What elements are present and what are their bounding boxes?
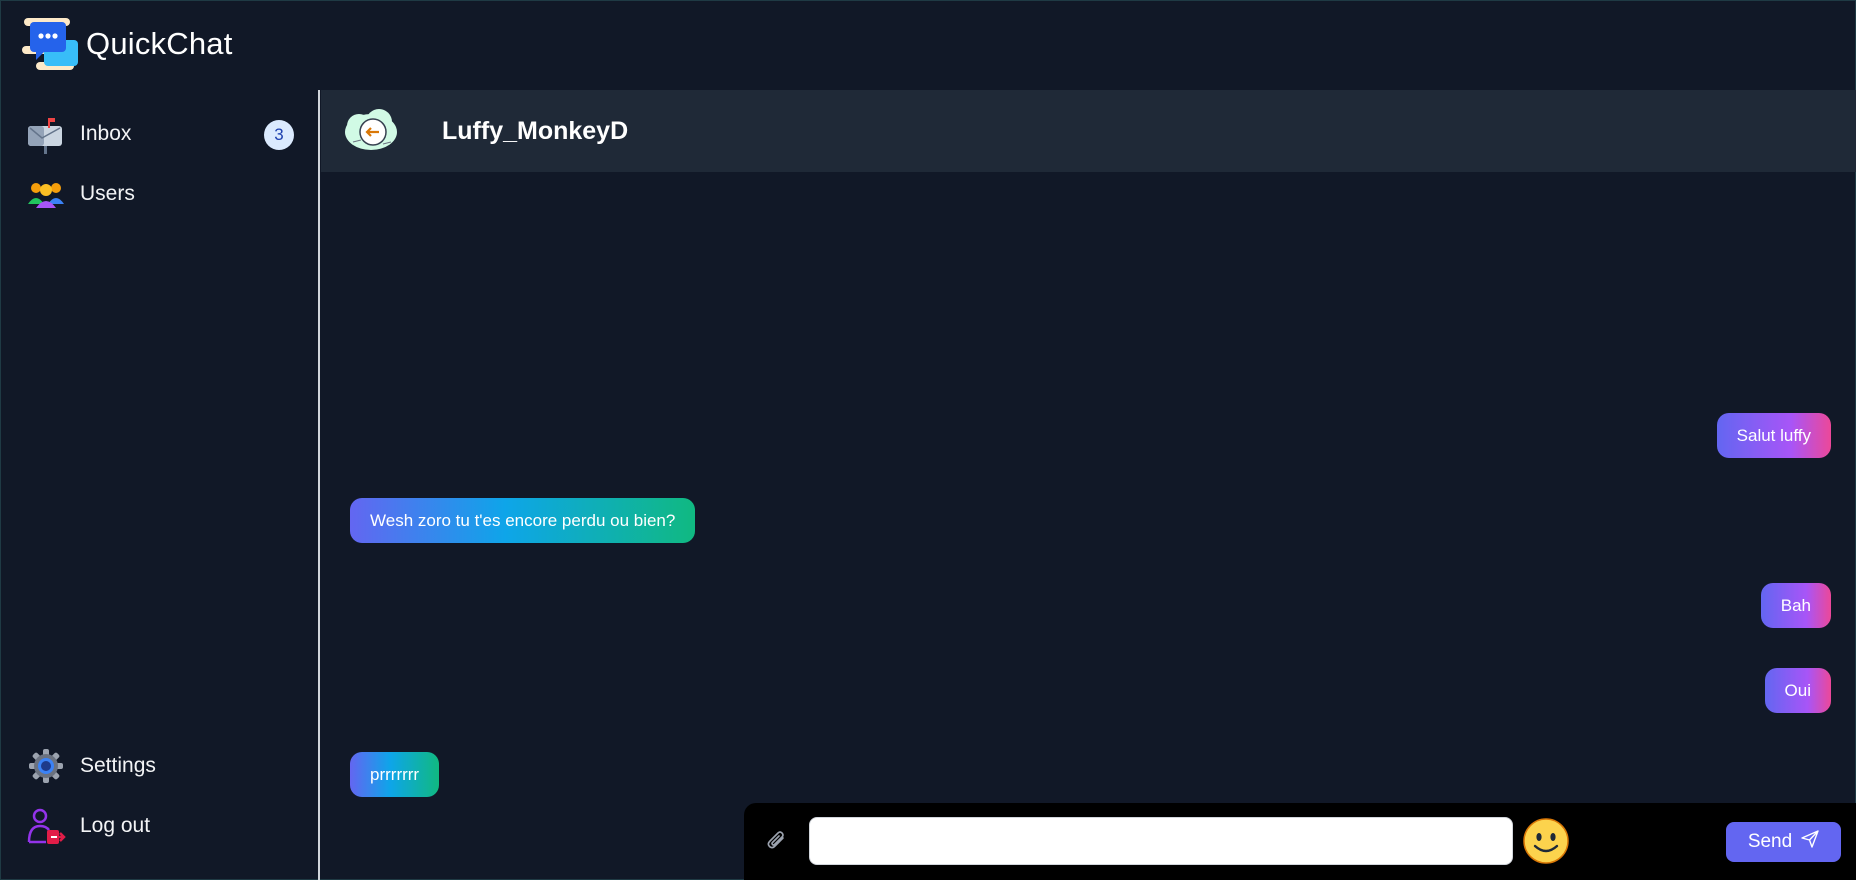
- message-input[interactable]: [809, 817, 1513, 865]
- unread-count-badge: 3: [264, 120, 294, 150]
- cloud-avatar-icon[interactable]: [343, 106, 399, 156]
- message-bubble-sent: Oui: [1764, 668, 1831, 713]
- paperclip-icon[interactable]: [762, 825, 792, 855]
- sidebar-item-settings[interactable]: Settings: [26, 742, 296, 790]
- chat-header: Luffy_MonkeyD: [321, 90, 1856, 172]
- app-logo[interactable]: QuickChat: [22, 12, 233, 76]
- users-icon: [26, 174, 66, 214]
- app-name: QuickChat: [86, 26, 233, 61]
- sidebar-item-label: Inbox: [80, 122, 132, 145]
- send-button[interactable]: Send: [1726, 822, 1841, 862]
- message-bubble-sent: Bah: [1760, 583, 1831, 628]
- mailbox-icon: [26, 114, 66, 154]
- logout-icon: [26, 806, 66, 846]
- chat-contact-name: Luffy_MonkeyD: [442, 117, 629, 145]
- sidebar: Inbox 3 Users Settings Log out: [0, 90, 320, 880]
- message-bubble-sent: Salut luffy: [1716, 413, 1831, 458]
- gear-icon: [26, 746, 66, 786]
- sidebar-item-label: Settings: [80, 754, 156, 777]
- message-composer: Send: [744, 803, 1856, 880]
- sidebar-item-users[interactable]: Users: [26, 170, 296, 218]
- sidebar-item-label: Log out: [80, 814, 151, 837]
- sidebar-item-label: Users: [80, 182, 135, 205]
- send-button-label: Send: [1747, 831, 1793, 852]
- smiley-icon[interactable]: [1522, 817, 1570, 865]
- sidebar-item-inbox[interactable]: Inbox 3: [26, 110, 296, 158]
- sidebar-item-logout[interactable]: Log out: [26, 802, 296, 850]
- paper-plane-icon: [1801, 830, 1819, 854]
- message-bubble-received: prrrrrrr: [350, 752, 440, 797]
- chat-logo-icon: [22, 12, 84, 76]
- message-bubble-received: Wesh zoro tu t'es encore perdu ou bien?: [350, 498, 696, 543]
